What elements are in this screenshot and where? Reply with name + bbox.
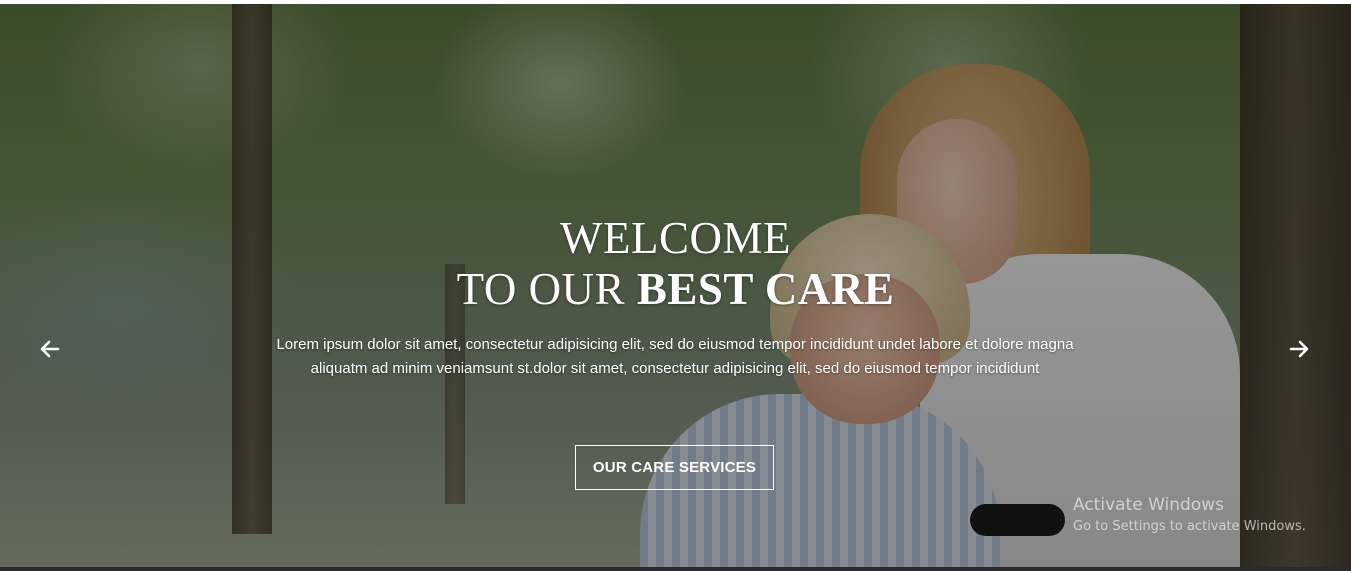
windows-activation-watermark: Activate Windows Go to Settings to activ… xyxy=(1073,494,1306,536)
hero-title-bold: BEST CARE xyxy=(636,264,895,314)
hero-title-line1: WELCOME xyxy=(560,213,791,263)
hero-description: Lorem ipsum dolor sit amet, consectetur … xyxy=(276,336,1074,377)
our-care-services-button[interactable]: OUR CARE SERVICES xyxy=(575,445,774,490)
watermark-title: Activate Windows xyxy=(1073,495,1224,515)
watermark-subtitle: Go to Settings to activate Windows. xyxy=(1073,519,1306,534)
hero-slider: WELCOME TO OUR BEST CARE Lorem ipsum dol… xyxy=(0,4,1351,567)
hero-title-regular: TO OUR xyxy=(456,264,637,314)
slider-next-button[interactable] xyxy=(1284,334,1314,364)
slider-prev-button[interactable] xyxy=(35,334,65,364)
hero-title-line2: TO OUR BEST CARE xyxy=(0,263,1351,315)
arrow-left-icon xyxy=(40,340,60,358)
bottom-divider xyxy=(0,567,1351,571)
arrow-right-icon xyxy=(1289,340,1309,358)
